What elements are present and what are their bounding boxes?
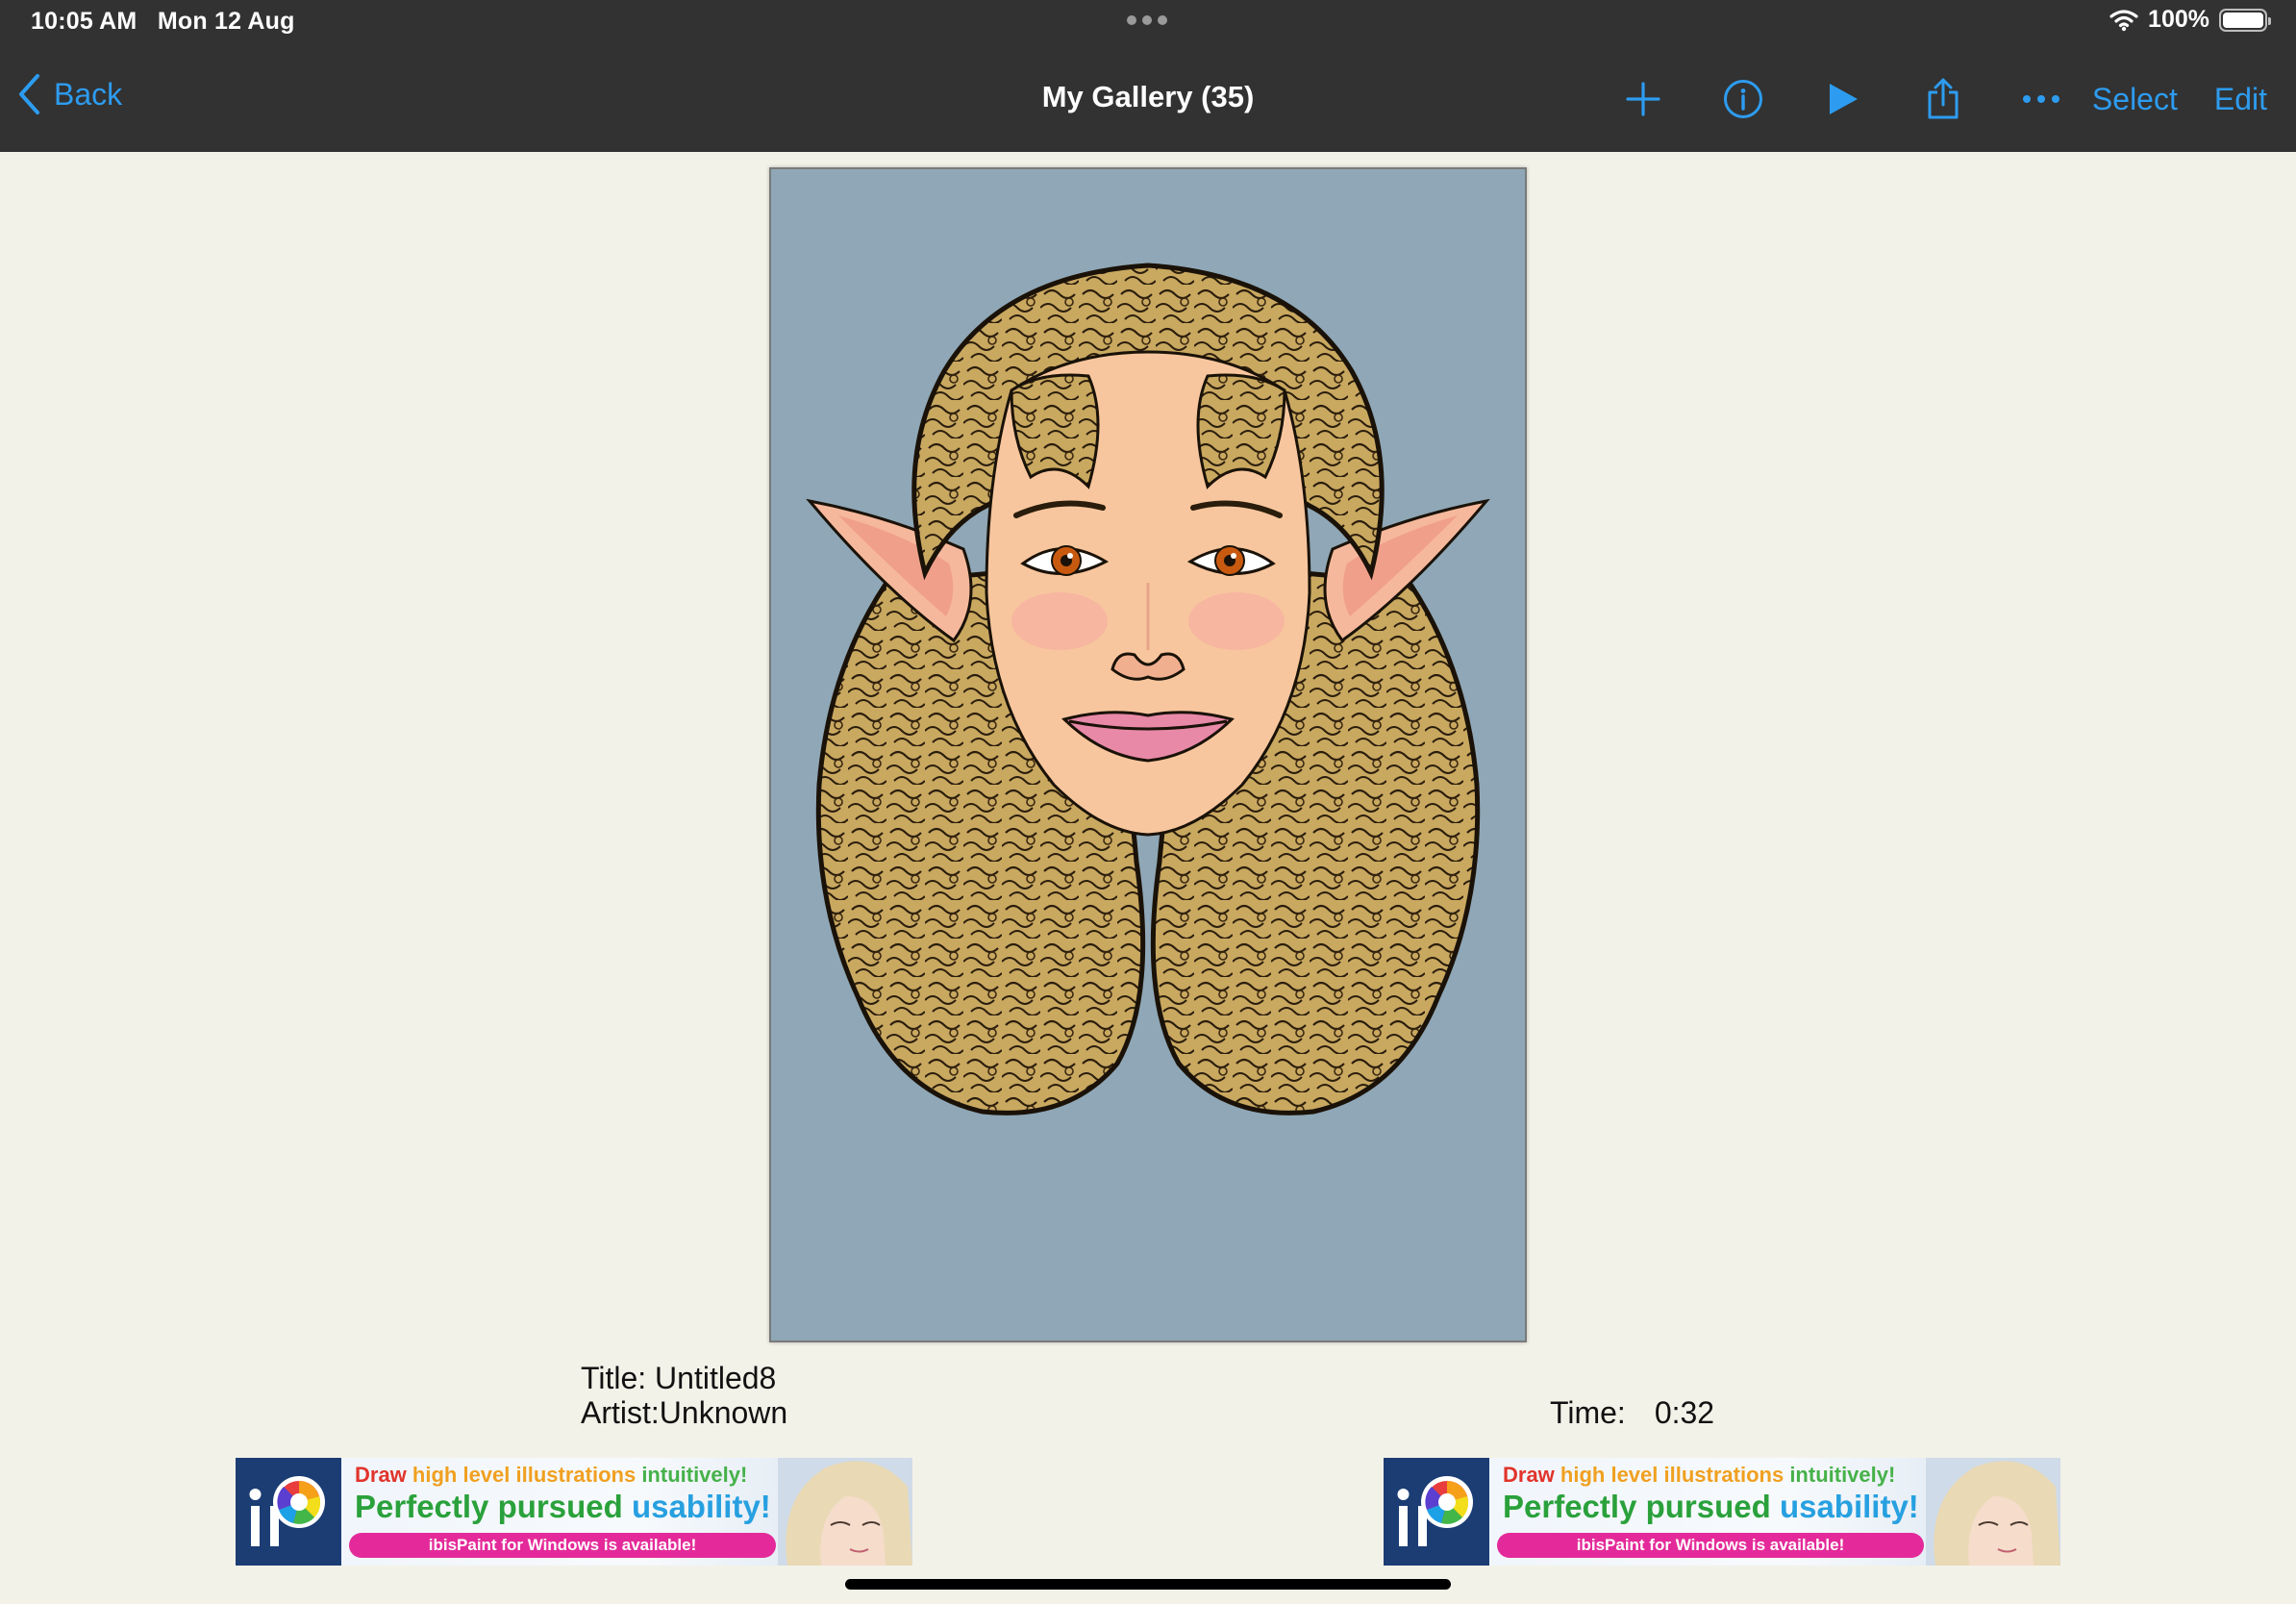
- ad-headline-part2: high level illustrations: [412, 1463, 642, 1487]
- home-indicator[interactable]: [845, 1579, 1451, 1590]
- ad-tagline-part2: usability!: [631, 1489, 771, 1524]
- share-button[interactable]: [1911, 67, 1975, 131]
- ad-cta-pill: ibisPaint for Windows is available!: [349, 1533, 776, 1558]
- ad-character-image: [778, 1458, 912, 1566]
- add-button[interactable]: [1611, 67, 1675, 131]
- back-label: Back: [54, 76, 123, 112]
- battery-icon: [2219, 8, 2271, 32]
- plus-icon: [1626, 82, 1660, 116]
- status-indicators: 100%: [2109, 6, 2271, 34]
- play-button[interactable]: [1811, 67, 1875, 131]
- ad-character-image: [1926, 1458, 2060, 1566]
- artwork-time: Time: 0:32: [1550, 1395, 1714, 1430]
- info-icon: [1723, 80, 1762, 118]
- share-icon: [1928, 78, 1959, 119]
- ad-banner-right[interactable]: Draw high level illustrations intuitivel…: [1384, 1458, 2060, 1566]
- edit-button[interactable]: Edit: [2214, 82, 2267, 117]
- status-time-date: 10:05 AM Mon 12 Aug: [31, 8, 295, 36]
- wifi-icon: [2109, 9, 2138, 31]
- status-date: Mon 12 Aug: [157, 8, 295, 35]
- time-label: Time:: [1550, 1395, 1626, 1430]
- back-button[interactable]: Back: [17, 73, 122, 115]
- artwork-meta: Title: Untitled8 Artist:Unknown: [581, 1361, 787, 1430]
- ad-tagline-part1: Perfectly pursued: [1503, 1489, 1780, 1524]
- battery-percent: 100%: [2148, 6, 2209, 33]
- status-time: 10:05 AM: [31, 8, 137, 35]
- ad-tagline-part1: Perfectly pursued: [355, 1489, 632, 1524]
- artwork-title: Title: Untitled8: [581, 1361, 777, 1395]
- ad-banner-left[interactable]: Draw high level illustrations intuitivel…: [236, 1458, 912, 1566]
- ibispaint-logo-icon: [1384, 1458, 1489, 1566]
- more-button[interactable]: [2009, 67, 2073, 131]
- more-icon: [2022, 95, 2059, 103]
- select-button[interactable]: Select: [2092, 82, 2178, 117]
- top-bar: 10:05 AM Mon 12 Aug 100% Back My Gallery…: [0, 0, 2296, 152]
- artwork-artist: Artist:Unknown: [581, 1395, 788, 1430]
- time-value: 0:32: [1654, 1395, 1715, 1430]
- ad-headline: Draw high level illustrations intuitivel…: [355, 1463, 747, 1488]
- ad-headline-part1: Draw: [355, 1463, 412, 1487]
- ibispaint-logo-icon: [236, 1458, 341, 1566]
- ad-headline-part3: intuitively!: [1789, 1463, 1896, 1487]
- chevron-left-icon: [19, 74, 39, 114]
- elf-portrait-illustration: [806, 263, 1490, 1115]
- ad-tagline-part2: usability!: [1779, 1489, 1919, 1524]
- ad-headline-part3: intuitively!: [641, 1463, 748, 1487]
- ad-cta-pill: ibisPaint for Windows is available!: [1497, 1533, 1924, 1558]
- ad-headline-part1: Draw: [1503, 1463, 1560, 1487]
- ad-tagline: Perfectly pursued usability!: [355, 1489, 771, 1525]
- ad-headline-part2: high level illustrations: [1560, 1463, 1790, 1487]
- artwork-preview[interactable]: [769, 167, 1527, 1342]
- info-button[interactable]: [1711, 67, 1775, 131]
- toolbar-actions: Select Edit: [1611, 67, 2296, 131]
- ad-tagline: Perfectly pursued usability!: [1503, 1489, 1919, 1525]
- play-icon: [1829, 84, 1858, 114]
- multitasking-dots-icon[interactable]: [1127, 15, 1167, 25]
- ad-headline: Draw high level illustrations intuitivel…: [1503, 1463, 1895, 1488]
